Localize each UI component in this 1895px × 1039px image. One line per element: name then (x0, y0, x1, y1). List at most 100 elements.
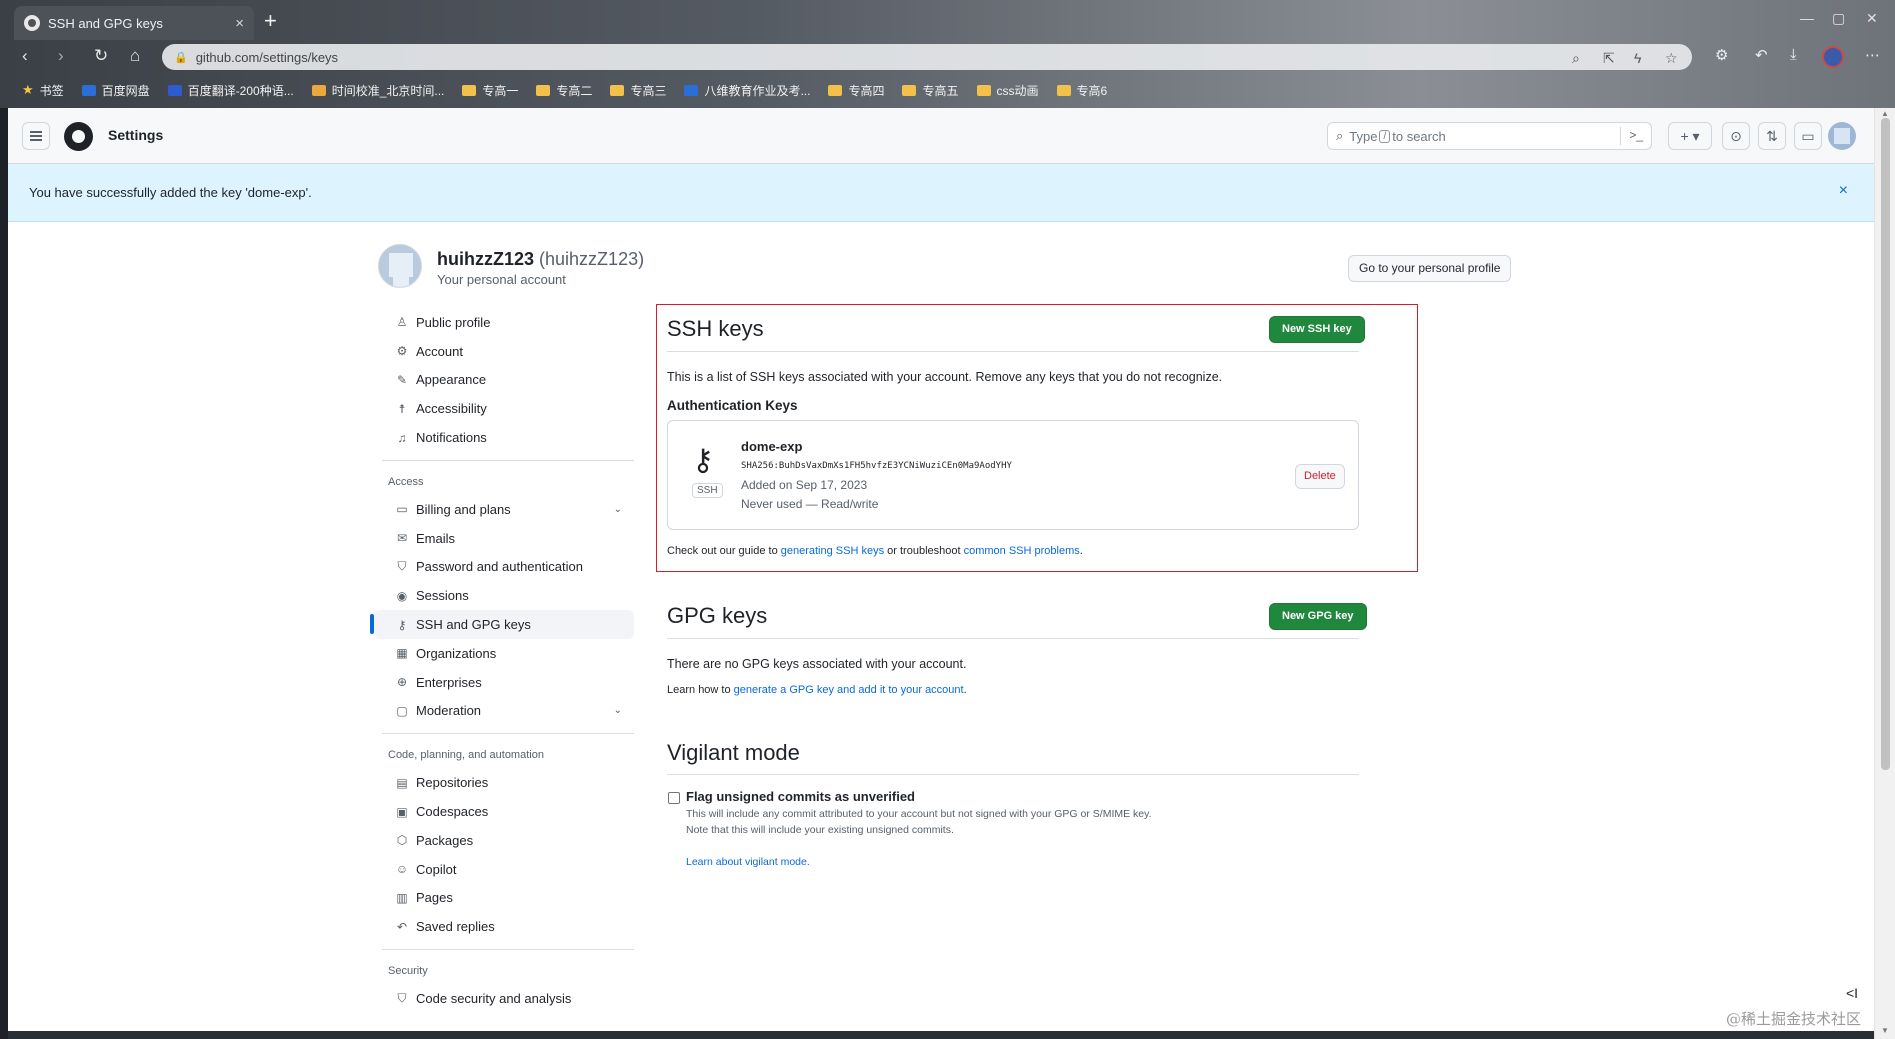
bookmark-folder[interactable]: 专高一 (462, 82, 518, 99)
search-input[interactable]: ⌕ Type / to search >_ (1327, 122, 1652, 150)
close-window-icon[interactable]: ✕ (1866, 10, 1878, 27)
sidebar-item-sessions[interactable]: ◉ Sessions (374, 581, 634, 610)
account-username: huihzzZ123 (437, 249, 535, 269)
section-divider (667, 351, 1359, 352)
sidebar-item-copilot[interactable]: ☺ Copilot (374, 855, 634, 884)
page-scrollbar[interactable]: ▲ ▼ (1874, 108, 1895, 1039)
sidebar-item-ssh-gpg-keys[interactable]: ⚷ SSH and GPG keys (370, 610, 634, 639)
bookmark-folder[interactable]: css动画 (976, 82, 1039, 99)
sidebar-item-notifications[interactable]: ♫ Notifications (374, 423, 634, 452)
address-bar[interactable]: 🔒 github.com/settings/keys ⌕ ⇱ ϟ ☆ (162, 44, 1692, 70)
forward-icon[interactable]: › (58, 46, 64, 66)
section-divider (667, 638, 1359, 639)
sidebar-item-repositories[interactable]: ▤ Repositories (374, 768, 634, 797)
sidebar-item-packages[interactable]: ⬡ Packages (374, 826, 634, 855)
close-icon[interactable]: × (1839, 182, 1848, 200)
share-icon[interactable]: ⇱ (1603, 50, 1615, 67)
vigilant-mode-label[interactable]: Flag unsigned commits as unverified (686, 789, 915, 804)
create-new-button[interactable]: + ▾ (1668, 122, 1712, 150)
sidebar-item-billing[interactable]: ▭ Billing and plans ⌄ (374, 495, 634, 524)
sidebar-item-accessibility[interactable]: ☨ Accessibility (374, 394, 634, 423)
menu-button[interactable] (22, 122, 50, 150)
bookmark-folder[interactable]: 专高四 (828, 82, 884, 99)
sidebar-item-code-security[interactable]: ⛉ Code security and analysis (374, 984, 634, 1013)
bookmark-item[interactable]: 百度网盘 (81, 82, 150, 99)
collapse-panel-icon[interactable]: <I (1846, 985, 1858, 1001)
sidebar-item-emails[interactable]: ✉ Emails (374, 524, 634, 553)
minimize-icon[interactable]: — (1800, 10, 1814, 26)
shield-icon: ⛉ (397, 991, 407, 1006)
sidebar-item-enterprises[interactable]: ⊕ Enterprises (374, 668, 634, 697)
star-icon[interactable]: ☆ (1665, 50, 1678, 67)
bookmark-folder[interactable]: 专高6 (1056, 82, 1107, 99)
folder-icon (462, 84, 477, 96)
common-ssh-problems-link[interactable]: common SSH problems (964, 545, 1080, 557)
delete-key-button[interactable]: Delete (1295, 464, 1345, 489)
github-logo-icon[interactable] (64, 122, 93, 151)
sidebar-item-saved-replies[interactable]: ↶ Saved replies (374, 912, 634, 941)
maximize-icon[interactable]: ▢ (1832, 10, 1845, 27)
mail-icon: ✉ (396, 531, 408, 546)
folder-icon (976, 84, 991, 96)
sidebar-item-organizations[interactable]: ▦ Organizations (374, 639, 634, 668)
gpg-learn: Learn how to generate a GPG key and add … (667, 684, 967, 696)
undo-icon[interactable]: ↶ (1755, 46, 1768, 64)
sidebar-item-codespaces[interactable]: ▣ Codespaces (374, 797, 634, 826)
scroll-down-icon[interactable]: ▼ (1881, 1026, 1889, 1035)
bookmark-folder[interactable]: 专高二 (536, 82, 592, 99)
inbox-icon[interactable]: ▭ (1794, 122, 1822, 150)
chevron-down-icon[interactable]: ⌄ (614, 504, 622, 515)
search-placeholder-suffix: to search (1392, 128, 1446, 144)
personal-profile-button[interactable]: Go to your personal profile (1348, 255, 1512, 282)
bookmark-item[interactable]: ★ 书签 (22, 82, 64, 99)
bookmark-folder[interactable]: 专高五 (902, 82, 959, 99)
scroll-up-icon[interactable]: ▲ (1881, 109, 1889, 118)
scrollbar-thumb[interactable] (1881, 118, 1890, 770)
new-ssh-key-button[interactable]: New SSH key (1269, 316, 1365, 343)
tab-close-icon[interactable]: × (235, 15, 244, 32)
sidebar-item-appearance[interactable]: ✎ Appearance (374, 366, 634, 395)
generate-gpg-key-link[interactable]: generate a GPG key and add it to your ac… (734, 684, 964, 696)
browser-profile-avatar[interactable] (1822, 46, 1844, 68)
folder-icon (1056, 84, 1071, 96)
back-icon[interactable]: ‹ (22, 46, 28, 66)
bookmark-folder[interactable]: 专高三 (610, 82, 666, 99)
sidebar-item-moderation[interactable]: ▢ Moderation ⌄ (374, 697, 634, 726)
page-icon (684, 84, 699, 96)
download-icon[interactable]: ⤓ (1790, 46, 1797, 63)
account-subtitle: Your personal account (437, 272, 566, 287)
vigilant-note-1: This will include any commit attributed … (686, 808, 1152, 820)
account-name[interactable]: huihzzZ123 (huihzzZ123) (437, 249, 644, 270)
package-icon: ⬡ (396, 833, 408, 848)
folder-icon (610, 84, 625, 96)
account-avatar[interactable] (378, 244, 422, 288)
vigilant-mode-checkbox[interactable] (668, 792, 680, 804)
pull-requests-icon[interactable]: ⇅ (1758, 122, 1786, 150)
sidebar-item-password-auth[interactable]: ⛉ Password and authentication (374, 553, 634, 582)
generating-ssh-keys-link[interactable]: generating SSH keys (781, 545, 884, 557)
home-icon[interactable]: ⌂ (130, 46, 140, 66)
reload-icon[interactable]: ↻ (94, 46, 108, 66)
zoom-icon[interactable]: ⌕ (1572, 50, 1580, 67)
bookmark-item[interactable]: 八维教育作业及考... (684, 82, 810, 99)
menu-dots-icon[interactable]: ⋯ (1865, 46, 1880, 64)
browser-tab[interactable]: SSH and GPG keys × (14, 6, 254, 40)
lightning-icon[interactable]: ϟ (1634, 50, 1641, 66)
bookmark-item[interactable]: 时间校准_北京时间... (311, 82, 444, 99)
gpg-empty-text: There are no GPG keys associated with yo… (667, 657, 967, 671)
command-palette-icon[interactable]: >_ (1629, 128, 1643, 142)
sidebar-item-account[interactable]: ⚙ Account (374, 337, 634, 366)
sidebar-item-pages[interactable]: ▥ Pages (374, 884, 634, 913)
page-title[interactable]: Settings (108, 127, 163, 143)
search-divider (1620, 127, 1621, 145)
chevron-down-icon[interactable]: ⌄ (614, 705, 622, 716)
new-tab-icon[interactable]: + (264, 9, 277, 33)
sidebar-item-public-profile[interactable]: ♙ Public profile (374, 308, 634, 337)
issues-icon[interactable]: ⊙ (1722, 122, 1750, 150)
vigilant-learn-link[interactable]: Learn about vigilant mode. (686, 856, 810, 868)
user-avatar[interactable] (1828, 122, 1856, 150)
extension-icon[interactable]: ⚙ (1715, 46, 1728, 64)
bookmark-item[interactable]: 百度翻译-200种语... (167, 82, 294, 99)
bell-icon: ♫ (397, 430, 407, 445)
new-gpg-key-button[interactable]: New GPG key (1269, 603, 1367, 630)
